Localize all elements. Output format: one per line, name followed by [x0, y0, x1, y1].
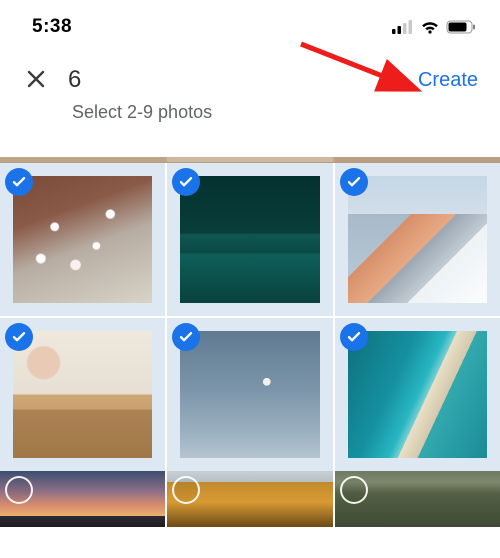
battery-icon: [446, 20, 476, 34]
cellular-icon: [392, 20, 414, 34]
photo-thumbnail[interactable]: [335, 318, 500, 471]
status-time: 5:38: [32, 16, 72, 38]
header: 6 Create Select 2-9 photos: [0, 48, 500, 139]
photo-thumbnail[interactable]: [0, 318, 165, 471]
photo-grid-partial-row: [0, 471, 500, 527]
photo-grid-section: [0, 157, 500, 527]
photo-image: [180, 176, 319, 303]
close-icon[interactable]: [26, 67, 46, 93]
photo-thumbnail[interactable]: [0, 163, 165, 316]
selected-check-icon: [5, 168, 33, 196]
status-bar: 5:38: [0, 0, 500, 48]
selected-check-icon: [340, 168, 368, 196]
wifi-icon: [420, 20, 440, 34]
photo-thumbnail[interactable]: [335, 471, 500, 527]
photo-thumbnail[interactable]: [335, 163, 500, 316]
unselected-circle-icon: [5, 476, 33, 504]
photo-image: [13, 176, 152, 303]
photo-image: [348, 176, 487, 303]
photo-thumbnail[interactable]: [0, 471, 165, 527]
create-button[interactable]: Create: [418, 69, 478, 92]
photo-thumbnail[interactable]: [167, 318, 332, 471]
unselected-circle-icon: [340, 476, 368, 504]
photo-image: [13, 331, 152, 458]
selected-check-icon: [5, 323, 33, 351]
photo-thumbnail[interactable]: [167, 471, 332, 527]
selection-hint: Select 2-9 photos: [72, 102, 478, 123]
photo-grid: [0, 163, 500, 471]
photo-thumbnail[interactable]: [167, 163, 332, 316]
status-icons: [392, 20, 476, 34]
photo-image: [180, 331, 319, 458]
photo-image: [348, 331, 487, 458]
selected-check-icon: [340, 323, 368, 351]
selected-count: 6: [68, 66, 81, 94]
